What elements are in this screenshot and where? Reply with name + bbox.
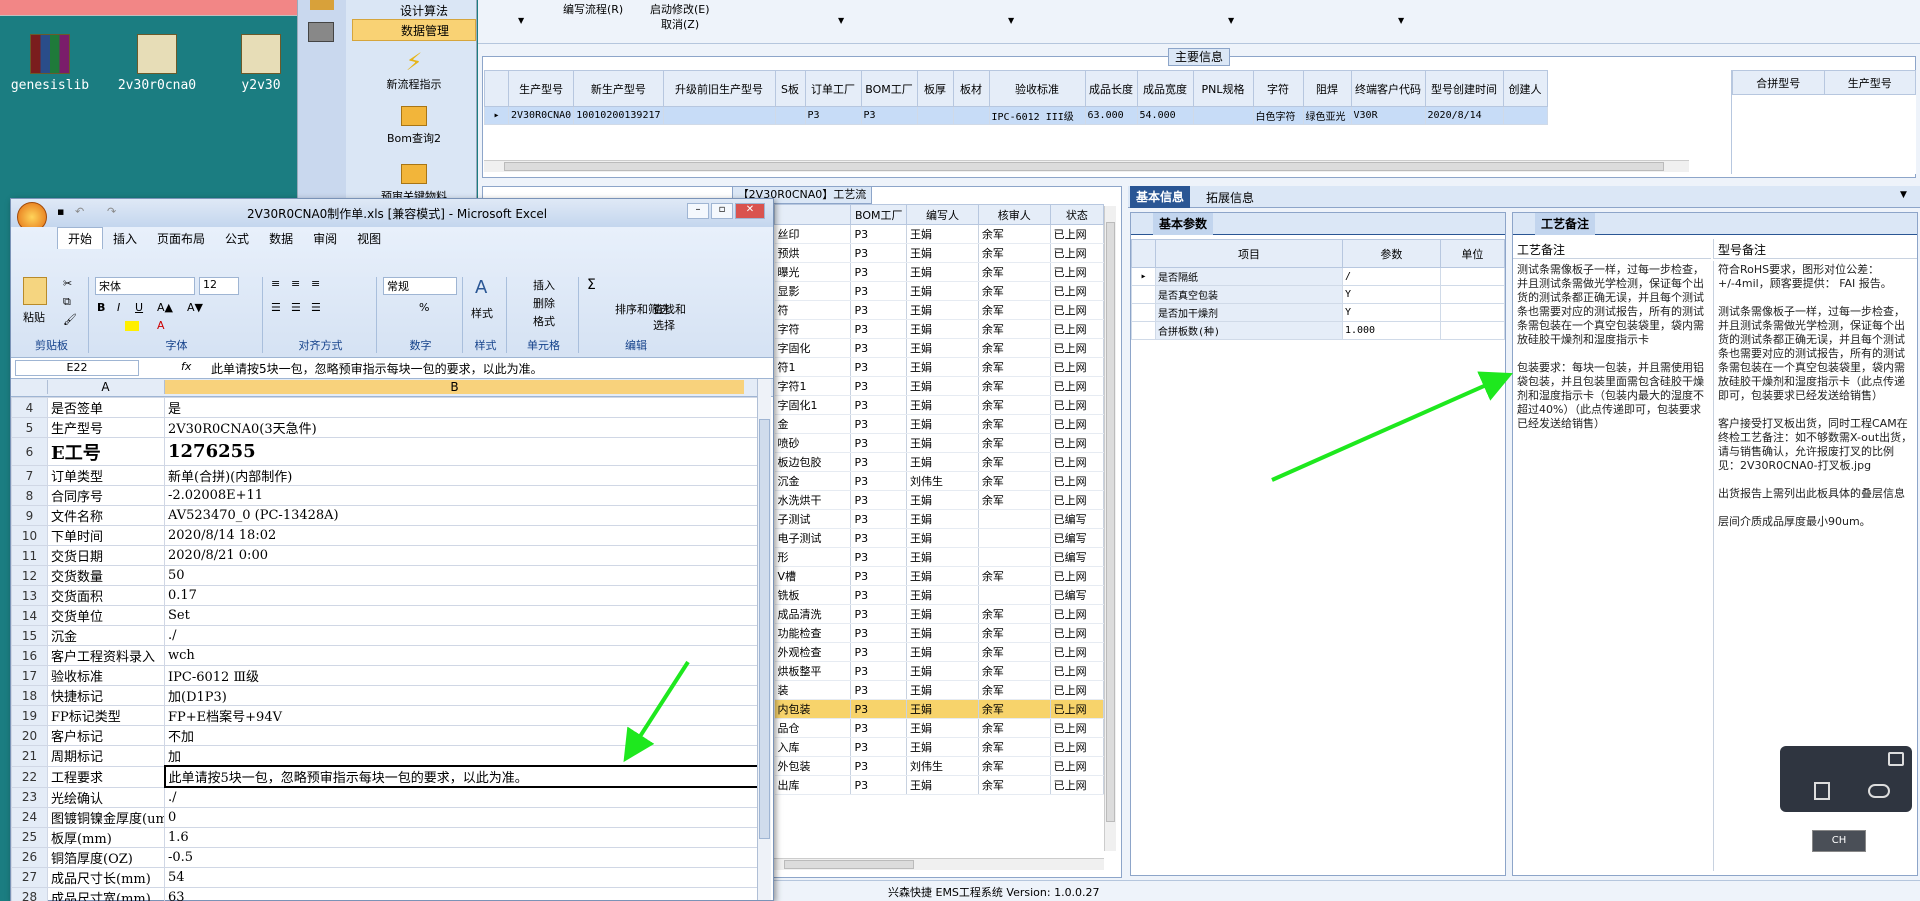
annotation-arrows <box>623 371 1513 763</box>
green-arrow-excel <box>623 660 690 763</box>
green-arrow-notes <box>1271 371 1513 482</box>
